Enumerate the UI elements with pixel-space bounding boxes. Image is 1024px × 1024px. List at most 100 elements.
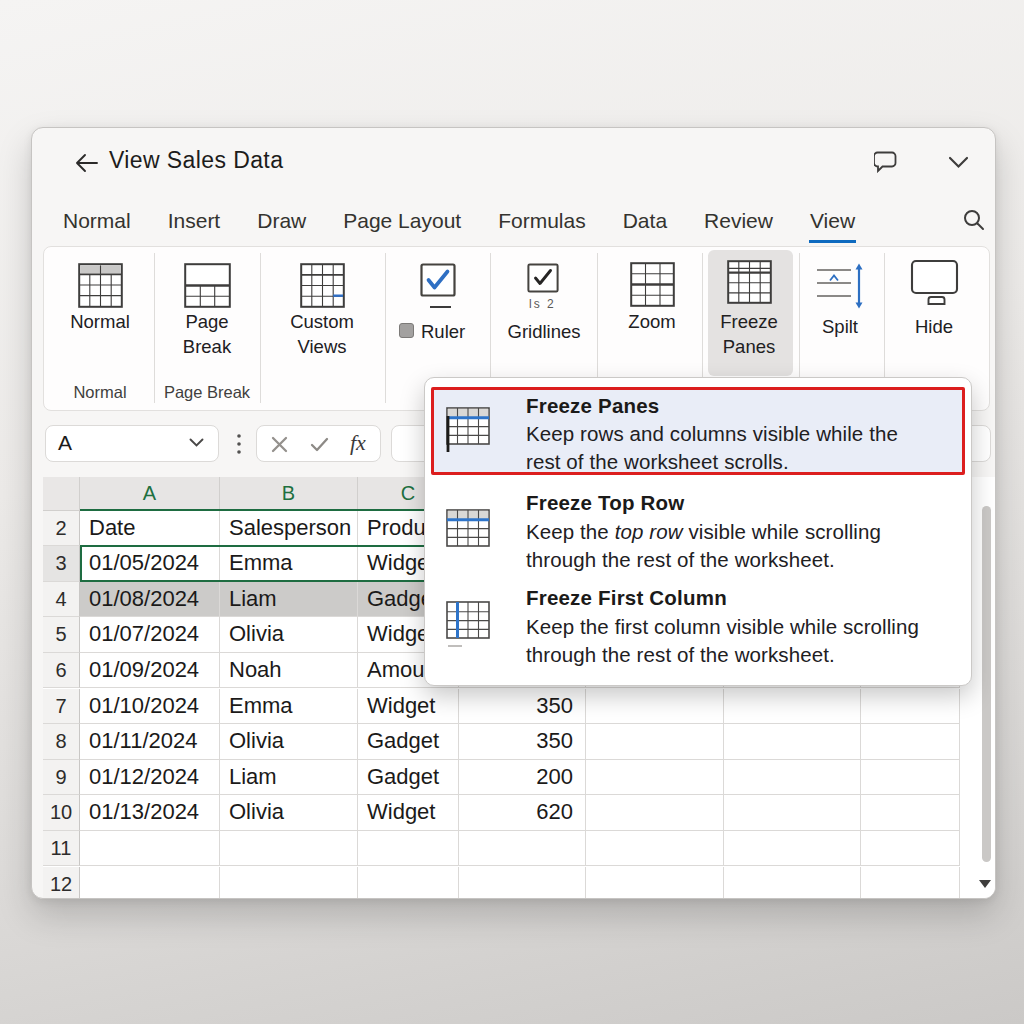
chevron-down-icon[interactable]	[948, 156, 969, 169]
cell[interactable]	[80, 867, 220, 900]
row-header-2[interactable]: 2	[43, 511, 80, 547]
cell[interactable]	[358, 831, 459, 867]
row-header-11[interactable]: 11	[43, 831, 80, 867]
scrollbar-down-arrow-icon[interactable]	[977, 878, 993, 890]
row-header-3[interactable]: 3	[43, 546, 80, 582]
ribbon-button-label: Custom Views	[262, 309, 382, 359]
cell[interactable]: Gadget	[358, 724, 459, 760]
row-header-12[interactable]: 12	[43, 867, 80, 900]
cell[interactable]: 200	[459, 760, 586, 796]
cell[interactable]	[586, 831, 724, 867]
kebab-menu-icon[interactable]	[234, 432, 244, 458]
column-header-B[interactable]: B	[220, 477, 358, 511]
cell[interactable]: 01/10/2024	[80, 689, 220, 725]
row-header-8[interactable]: 8	[43, 724, 80, 760]
search-icon[interactable]	[962, 208, 986, 232]
cell[interactable]	[861, 795, 960, 831]
cell[interactable]: 01/07/2024	[80, 617, 220, 653]
cell[interactable]: 01/12/2024	[80, 760, 220, 796]
cell[interactable]: 350	[459, 724, 586, 760]
ribbon-group-divider	[385, 253, 386, 403]
cell[interactable]	[861, 689, 960, 725]
cell[interactable]	[724, 689, 861, 725]
sheet-corner-cell[interactable]	[43, 477, 80, 511]
cell[interactable]: Noah	[220, 653, 358, 689]
ribbon-button-label: Page Break	[147, 309, 267, 359]
cell[interactable]	[586, 724, 724, 760]
back-icon[interactable]	[74, 153, 99, 173]
cell[interactable]	[586, 760, 724, 796]
cell[interactable]	[220, 831, 358, 867]
cell[interactable]: 01/11/2024	[80, 724, 220, 760]
cell[interactable]	[724, 831, 861, 867]
fx-icon[interactable]: fx	[350, 430, 366, 456]
ribbon-button-label: Hide	[874, 314, 994, 339]
ribbon-button-label: Ruler	[421, 319, 491, 344]
cell[interactable]	[459, 831, 586, 867]
cell[interactable]	[724, 724, 861, 760]
row-header-10[interactable]: 10	[43, 795, 80, 831]
cell[interactable]	[724, 795, 861, 831]
cell[interactable]: Widget	[358, 689, 459, 725]
cell[interactable]: Liam	[220, 582, 358, 618]
cell[interactable]: Emma	[220, 689, 358, 725]
cell[interactable]: Liam	[220, 760, 358, 796]
cell[interactable]	[586, 689, 724, 725]
ribbon-button-label: Gridlines	[499, 319, 589, 344]
cell[interactable]: Emma	[220, 546, 358, 582]
tab-formulas[interactable]: Formulas	[497, 207, 587, 240]
cell[interactable]: Olivia	[220, 724, 358, 760]
cancel-icon[interactable]	[271, 436, 288, 453]
cell[interactable]	[861, 760, 960, 796]
tab-normal[interactable]: Normal	[62, 207, 132, 240]
cell[interactable]	[861, 724, 960, 760]
column-header-A[interactable]: A	[80, 477, 220, 511]
cell[interactable]: Date	[80, 511, 220, 547]
cell[interactable]: 620	[459, 795, 586, 831]
enter-check-icon[interactable]	[310, 437, 329, 452]
cell[interactable]	[358, 867, 459, 900]
tab-data[interactable]: Data	[622, 207, 668, 240]
cell[interactable]: Gadget	[358, 760, 459, 796]
tab-page-layout[interactable]: Page Layout	[342, 207, 462, 240]
cell[interactable]	[861, 867, 960, 900]
row-header-9[interactable]: 9	[43, 760, 80, 796]
menu-item-description: rest of the worksheet scrolls.	[526, 448, 789, 476]
name-box[interactable]: A	[45, 425, 219, 462]
cell[interactable]: 01/09/2024	[80, 653, 220, 689]
menu-item-title: Freeze First Column	[526, 586, 727, 610]
row-header-5[interactable]: 5	[43, 617, 80, 653]
cell[interactable]	[586, 795, 724, 831]
gridlines-checkbox-icon[interactable]	[527, 263, 559, 297]
ruler-checkbox-icon[interactable]	[420, 263, 456, 301]
vertical-scrollbar-thumb[interactable]	[982, 506, 991, 862]
formula-buttons: fx	[256, 425, 381, 462]
row-header-4[interactable]: 4	[43, 582, 80, 618]
cell[interactable]	[220, 867, 358, 900]
tab-view[interactable]: View	[809, 207, 856, 243]
row-header-7[interactable]: 7	[43, 689, 80, 725]
row-header-6[interactable]: 6	[43, 653, 80, 689]
cell[interactable]: 01/13/2024	[80, 795, 220, 831]
ribbon-button-label: Normal	[40, 309, 160, 334]
cell[interactable]	[861, 831, 960, 867]
cell[interactable]	[586, 867, 724, 900]
cell[interactable]: Widget	[358, 795, 459, 831]
cell[interactable]: 01/05/2024	[80, 546, 220, 582]
cell[interactable]: Olivia	[220, 617, 358, 653]
freeze-top-row-table-icon	[446, 509, 492, 563]
cell[interactable]	[459, 867, 586, 900]
gridlines-sub-glyph: ls 2	[529, 297, 556, 311]
tab-draw[interactable]: Draw	[256, 207, 307, 240]
tab-insert[interactable]: Insert	[167, 207, 222, 240]
name-box-chevron-icon[interactable]	[189, 438, 204, 448]
cell[interactable]: 01/08/2024	[80, 582, 220, 618]
cell[interactable]: 350	[459, 689, 586, 725]
tab-review[interactable]: Review	[703, 207, 774, 240]
comment-icon[interactable]	[874, 151, 898, 173]
cell[interactable]	[80, 831, 220, 867]
cell[interactable]	[724, 867, 861, 900]
cell[interactable]: Salesperson	[220, 511, 358, 547]
cell[interactable]: Olivia	[220, 795, 358, 831]
cell[interactable]	[724, 760, 861, 796]
